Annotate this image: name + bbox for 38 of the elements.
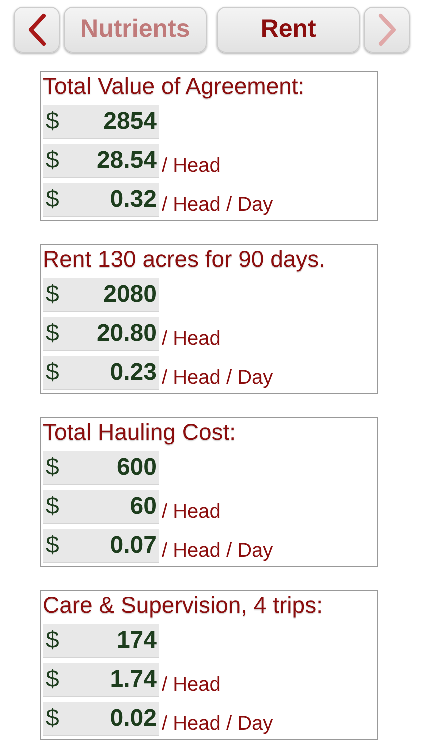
unit-label: / Head / Day <box>162 366 274 390</box>
currency-sign: $ <box>46 185 60 215</box>
unit-label: / Head <box>162 500 221 524</box>
currency-sign: $ <box>46 665 60 695</box>
amount-value: 0.23 <box>110 358 157 388</box>
card-title: Rent 130 acres for 90 days. <box>43 246 327 273</box>
card-title: Care & Supervision, 4 trips: <box>43 592 324 619</box>
amount-value: 2080 <box>104 280 157 310</box>
amount-value: 0.02 <box>110 704 157 734</box>
card-title: Total Value of Agreement: <box>43 73 306 100</box>
currency-sign: $ <box>46 704 60 734</box>
currency-sign: $ <box>46 626 60 656</box>
tab[interactable]: Rent <box>217 6 360 52</box>
unit-label: / Head <box>162 154 221 178</box>
amount-value: 600 <box>116 453 157 483</box>
currency-sign: $ <box>46 358 60 388</box>
unit-label: / Head / Day <box>162 712 274 736</box>
currency-sign: $ <box>46 319 60 349</box>
currency-sign: $ <box>46 453 60 483</box>
back-button[interactable] <box>14 6 60 52</box>
currency-sign: $ <box>46 107 60 137</box>
currency-sign: $ <box>46 492 60 522</box>
amount-value: 0.32 <box>110 185 157 215</box>
currency-sign: $ <box>46 146 60 176</box>
amount-value: 2854 <box>104 107 157 137</box>
unit-label: / Head <box>162 327 221 351</box>
amount-value: 60 <box>130 492 157 522</box>
amount-value: 174 <box>116 626 157 656</box>
card-title: Total Hauling Cost: <box>43 419 238 446</box>
amount-value: 0.07 <box>110 531 157 561</box>
unit-label: / Head / Day <box>162 539 274 563</box>
currency-sign: $ <box>46 280 60 310</box>
amount-value: 1.74 <box>110 665 157 695</box>
amount-value: 28.54 <box>96 146 157 176</box>
amount-value: 20.80 <box>96 319 157 349</box>
unit-label: / Head / Day <box>162 193 274 217</box>
unit-label: / Head <box>162 673 221 697</box>
currency-sign: $ <box>46 531 60 561</box>
